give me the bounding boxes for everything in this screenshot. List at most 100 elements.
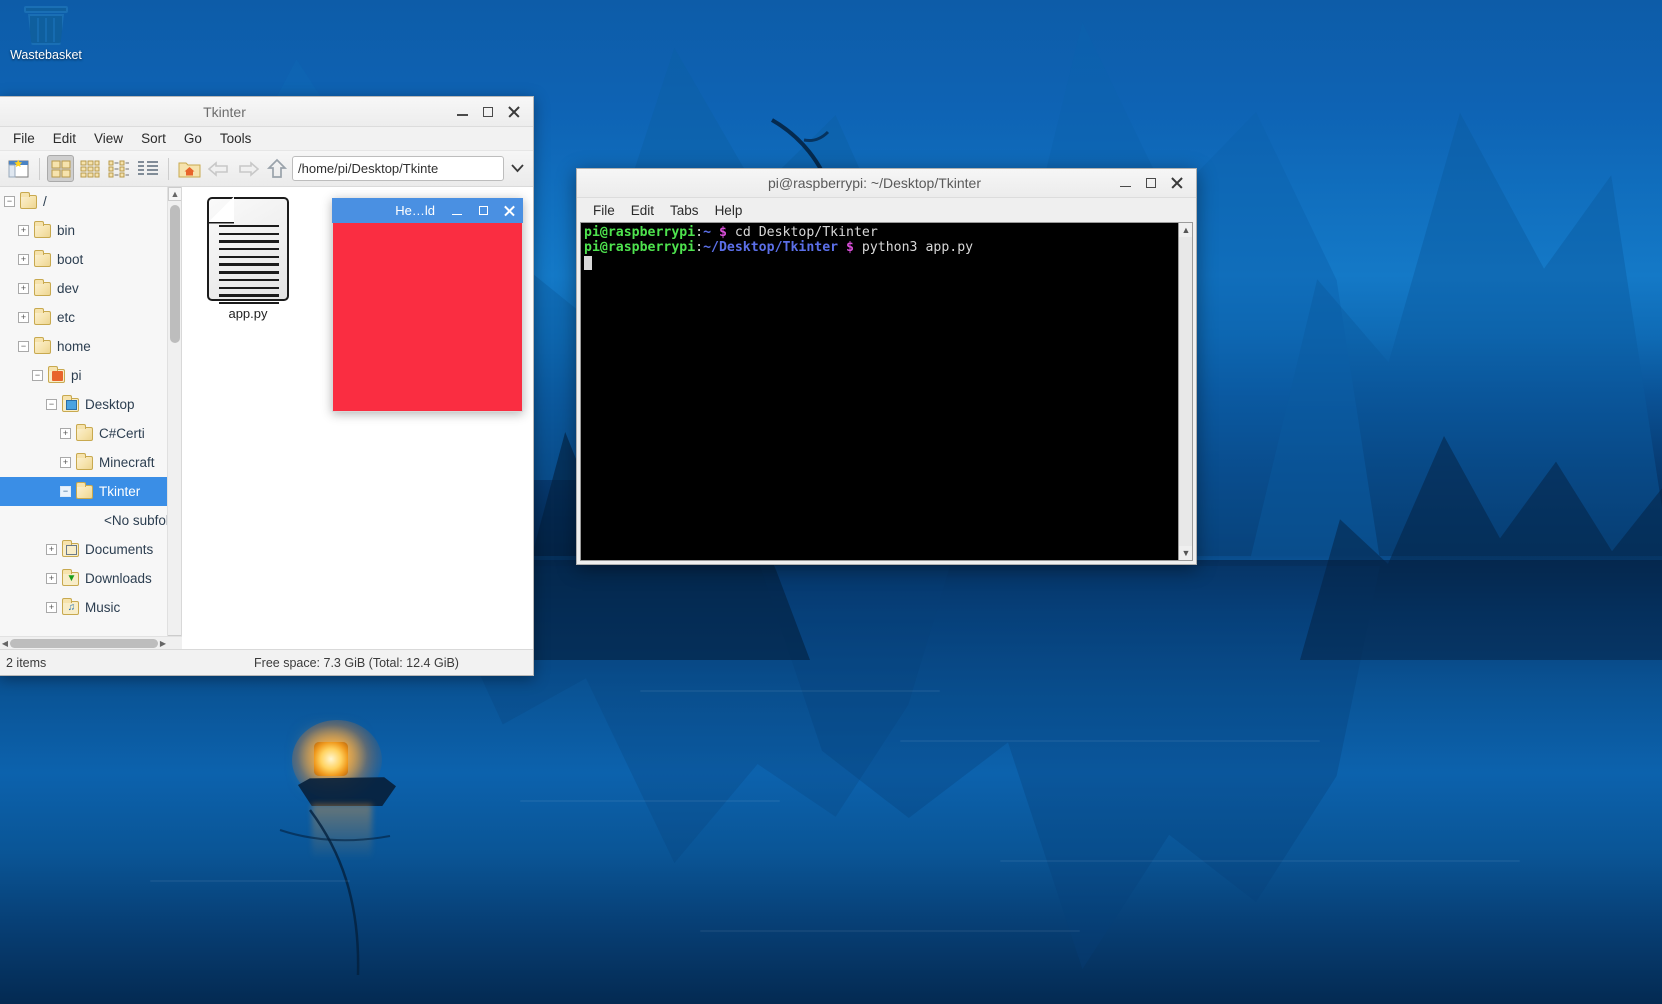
menu-file[interactable]: File (4, 129, 44, 148)
close-button[interactable] (1164, 171, 1190, 195)
expand-icon[interactable]: + (60, 457, 71, 468)
tree-item-boot[interactable]: + boot (0, 245, 181, 274)
view-detailed-button[interactable] (134, 155, 161, 182)
scroll-up-arrow[interactable]: ▲ (1179, 223, 1193, 237)
menu-edit[interactable]: Edit (44, 129, 85, 148)
minimize-icon (452, 214, 462, 216)
tree-item-label: dev (57, 281, 79, 296)
scroll-up-arrow[interactable]: ▲ (168, 187, 182, 201)
tree-item-label: boot (57, 252, 83, 267)
collapse-icon[interactable]: − (46, 399, 57, 410)
path-input[interactable]: /home/pi/Desktop/Tkinte (292, 156, 504, 181)
terminal-scrollbar[interactable]: ▲ ▼ (1178, 223, 1192, 560)
minimize-button[interactable] (1112, 171, 1138, 195)
menu-tabs[interactable]: Tabs (662, 201, 707, 220)
tkinter-canvas (332, 223, 523, 412)
folder-icon (76, 456, 93, 470)
collapse-icon[interactable]: − (18, 341, 29, 352)
terminal-titlebar[interactable]: pi@raspberrypi: ~/Desktop/Tkinter (577, 169, 1196, 198)
tree-item-desktop[interactable]: −Desktop (0, 390, 181, 419)
view-icons-button[interactable] (47, 155, 74, 182)
folder-icon (34, 224, 51, 238)
tree-horizontal-scrollbar[interactable]: ◀ ▶ (0, 636, 182, 649)
menu-go[interactable]: Go (175, 129, 211, 148)
close-icon (504, 205, 515, 216)
tree-vertical-scrollbar[interactable]: ▲ ▼ (167, 187, 181, 649)
tree-item-tkinter[interactable]: −Tkinter (0, 477, 181, 506)
tree-item-music[interactable]: + ♫ Music (0, 593, 181, 622)
path-dropdown-button[interactable] (506, 156, 528, 181)
tree-item-label: Music (85, 600, 120, 615)
expand-icon[interactable]: + (46, 544, 57, 555)
file-item-app-py[interactable]: app.py (196, 197, 300, 321)
view-compact-button[interactable] (105, 155, 132, 182)
minimize-button[interactable] (449, 100, 475, 124)
new-tab-button[interactable] (5, 155, 32, 182)
up-arrow-icon (266, 158, 288, 180)
folder-icon (34, 311, 51, 325)
view-thumbnails-button[interactable] (76, 155, 103, 182)
minimize-button[interactable] (445, 200, 469, 222)
maximize-button[interactable] (471, 200, 495, 222)
collapse-icon[interactable]: − (4, 196, 15, 207)
tree-item-pi[interactable]: −pi (0, 361, 181, 390)
tree-item-bin[interactable]: +bin (0, 216, 181, 245)
home-button[interactable] (176, 155, 203, 182)
tree-item-etc[interactable]: +etc (0, 303, 181, 332)
desktop-icon-label: Wastebasket (3, 48, 89, 63)
desktop-folder-icon (62, 398, 79, 412)
scrollbar-thumb[interactable] (170, 205, 180, 343)
menu-sort[interactable]: Sort (132, 129, 175, 148)
document-icon (207, 197, 289, 301)
tkinter-titlebar[interactable]: He…ld (332, 198, 523, 223)
collapse-icon[interactable]: − (60, 486, 71, 497)
folder-icon (76, 427, 93, 441)
expand-icon[interactable]: + (46, 602, 57, 613)
music-folder-icon: ♫ (62, 601, 79, 615)
up-button[interactable] (263, 155, 290, 182)
close-button[interactable] (501, 100, 527, 124)
desktop-icon-wastebasket[interactable]: Wastebasket (3, 6, 89, 72)
file-manager-title: Tkinter (0, 104, 449, 120)
terminal-line: pi@raspberrypi:~ $ cd Desktop/Tkinter (584, 225, 1178, 240)
menu-view[interactable]: View (85, 129, 132, 148)
tree-item-c-certi[interactable]: +C#Certi (0, 419, 181, 448)
tree-item-no-subfolde[interactable]: <No subfolde (0, 506, 181, 535)
close-button[interactable] (497, 200, 521, 222)
file-manager-titlebar[interactable]: Tkinter (0, 97, 533, 127)
expand-icon[interactable]: + (18, 312, 29, 323)
tree-item-dev[interactable]: + dev (0, 274, 181, 303)
minimize-icon (457, 114, 468, 116)
expand-icon[interactable]: + (60, 428, 71, 439)
new-tab-icon (8, 159, 30, 179)
menu-help[interactable]: Help (707, 201, 751, 220)
maximize-button[interactable] (475, 100, 501, 124)
terminal-output-area[interactable]: pi@raspberrypi:~ $ cd Desktop/Tkinterpi@… (580, 222, 1193, 561)
tkinter-title: He…ld (332, 203, 443, 218)
expand-icon[interactable]: + (18, 254, 29, 265)
collapse-icon[interactable]: − (32, 370, 43, 381)
scrollbar-thumb[interactable] (10, 639, 158, 648)
tree-item-documents[interactable]: +Documents (0, 535, 181, 564)
menu-tools[interactable]: Tools (211, 129, 261, 148)
maximize-button[interactable] (1138, 171, 1164, 195)
expand-icon[interactable]: + (46, 573, 57, 584)
scroll-left-arrow[interactable]: ◀ (0, 638, 10, 649)
terminal-cursor (584, 256, 1178, 272)
forward-button[interactable] (234, 155, 261, 182)
documents-folder-icon (62, 543, 79, 557)
menu-edit[interactable]: Edit (623, 201, 662, 220)
back-button[interactable] (205, 155, 232, 182)
spacer (88, 515, 99, 526)
scroll-down-arrow[interactable]: ▼ (1179, 546, 1193, 560)
expand-icon[interactable]: + (18, 283, 29, 294)
menu-file[interactable]: File (585, 201, 623, 220)
scroll-right-arrow[interactable]: ▶ (158, 638, 168, 649)
tree-item-minecraft[interactable]: +Minecraft (0, 448, 181, 477)
tree-item-downloads[interactable]: +▼Downloads (0, 564, 181, 593)
directory-tree[interactable]: −/+bin+boot+dev+etc−home−pi−Desktop+C#Ce… (0, 187, 182, 649)
tree-item-[interactable]: −/ (0, 187, 181, 216)
expand-icon[interactable]: + (18, 225, 29, 236)
tree-item-home[interactable]: −home (0, 332, 181, 361)
path-value: /home/pi/Desktop/Tkinte (298, 161, 438, 176)
